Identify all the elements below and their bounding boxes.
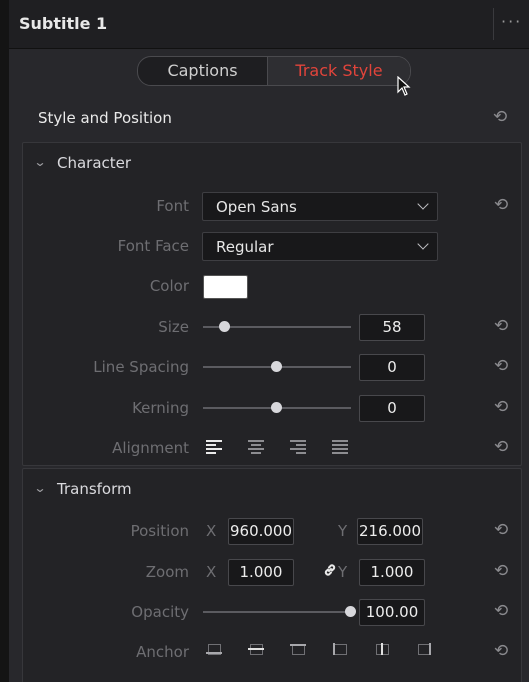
slider-knob[interactable]	[271, 361, 282, 372]
font-value: Open Sans	[216, 198, 297, 216]
zoom-y-input[interactable]: 1.000	[359, 559, 425, 586]
position-label: Position	[130, 522, 189, 540]
opacity-input[interactable]: 100.00	[359, 599, 425, 626]
reset-all-icon[interactable]: ⟲	[493, 109, 507, 126]
subtitle-inspector-panel: Subtitle 1 ··· Captions Track Style Styl…	[9, 0, 529, 682]
color-label: Color	[149, 277, 189, 295]
size-input[interactable]: 58	[359, 314, 425, 341]
line-spacing-slider[interactable]	[203, 361, 351, 372]
reset-icon[interactable]: ⟲	[494, 197, 508, 214]
character-header[interactable]: ⌄ Character	[23, 143, 521, 183]
slider-knob[interactable]	[271, 402, 282, 413]
character-title: Character	[57, 154, 132, 172]
line-spacing-label: Line Spacing	[93, 358, 189, 376]
align-center-icon[interactable]	[248, 440, 264, 456]
reset-icon[interactable]: ⟲	[494, 522, 508, 539]
font-face-dropdown[interactable]: Regular	[202, 232, 438, 261]
chevron-down-icon: ⌄	[33, 481, 47, 495]
transform-title: Transform	[57, 480, 132, 498]
header-divider	[493, 8, 494, 40]
ellipsis-icon[interactable]: ···	[501, 12, 522, 31]
section-title: Style and Position	[38, 109, 172, 127]
kerning-label: Kerning	[132, 399, 189, 417]
tab-captions[interactable]: Captions	[138, 57, 267, 85]
anchor-label: Anchor	[136, 643, 189, 661]
font-face-label: Font Face	[117, 237, 189, 255]
position-y-input[interactable]: 216.000	[357, 518, 423, 545]
position-y-axis: Y	[338, 522, 348, 540]
panel-header: Subtitle 1 ···	[9, 0, 529, 49]
reset-icon[interactable]: ⟲	[494, 439, 508, 456]
mouse-pointer-icon	[397, 76, 411, 96]
transform-header[interactable]: ⌄ Transform	[23, 469, 521, 509]
reset-icon[interactable]: ⟲	[494, 643, 508, 660]
zoom-x-input[interactable]: 1.000	[228, 559, 294, 586]
alignment-label: Alignment	[112, 439, 189, 457]
align-right-icon[interactable]	[290, 440, 306, 456]
position-x-input[interactable]: 960.000	[228, 518, 294, 545]
link-icon[interactable]	[323, 563, 337, 577]
anchor-top-icon[interactable]	[290, 643, 306, 655]
zoom-label: Zoom	[145, 563, 189, 581]
chevron-down-icon	[417, 238, 429, 250]
anchor-center-icon[interactable]	[374, 643, 390, 655]
color-swatch[interactable]	[203, 275, 248, 299]
reset-icon[interactable]: ⟲	[494, 399, 508, 416]
character-group: ⌄ Character	[22, 142, 522, 466]
align-justify-icon[interactable]	[332, 440, 348, 456]
reset-icon[interactable]: ⟲	[494, 563, 508, 580]
anchor-left-icon[interactable]	[332, 643, 348, 655]
size-label: Size	[158, 318, 189, 336]
position-x-axis: X	[206, 522, 217, 540]
reset-icon[interactable]: ⟲	[494, 318, 508, 335]
chevron-down-icon	[417, 198, 429, 210]
font-dropdown[interactable]: Open Sans	[202, 192, 438, 221]
anchor-right-icon[interactable]	[416, 643, 432, 655]
tab-switcher: Captions Track Style	[137, 56, 411, 86]
tab-track-style[interactable]: Track Style	[268, 57, 410, 85]
anchor-middle-icon[interactable]	[248, 643, 264, 655]
kerning-slider[interactable]	[203, 402, 351, 413]
reset-icon[interactable]: ⟲	[494, 603, 508, 620]
line-spacing-input[interactable]: 0	[359, 354, 425, 381]
zoom-y-axis: Y	[338, 563, 348, 581]
reset-icon[interactable]: ⟲	[494, 358, 508, 375]
anchor-bottom-icon[interactable]	[206, 643, 222, 655]
font-face-value: Regular	[216, 238, 274, 256]
slider-knob[interactable]	[345, 606, 356, 617]
kerning-input[interactable]: 0	[359, 395, 425, 422]
align-left-icon[interactable]	[206, 440, 222, 456]
zoom-x-axis: X	[206, 563, 217, 581]
opacity-slider[interactable]	[203, 606, 356, 617]
chevron-down-icon: ⌄	[33, 155, 47, 169]
size-slider[interactable]	[203, 321, 351, 332]
font-label: Font	[156, 197, 189, 215]
panel-title: Subtitle 1	[19, 14, 108, 33]
opacity-label: Opacity	[131, 603, 189, 621]
